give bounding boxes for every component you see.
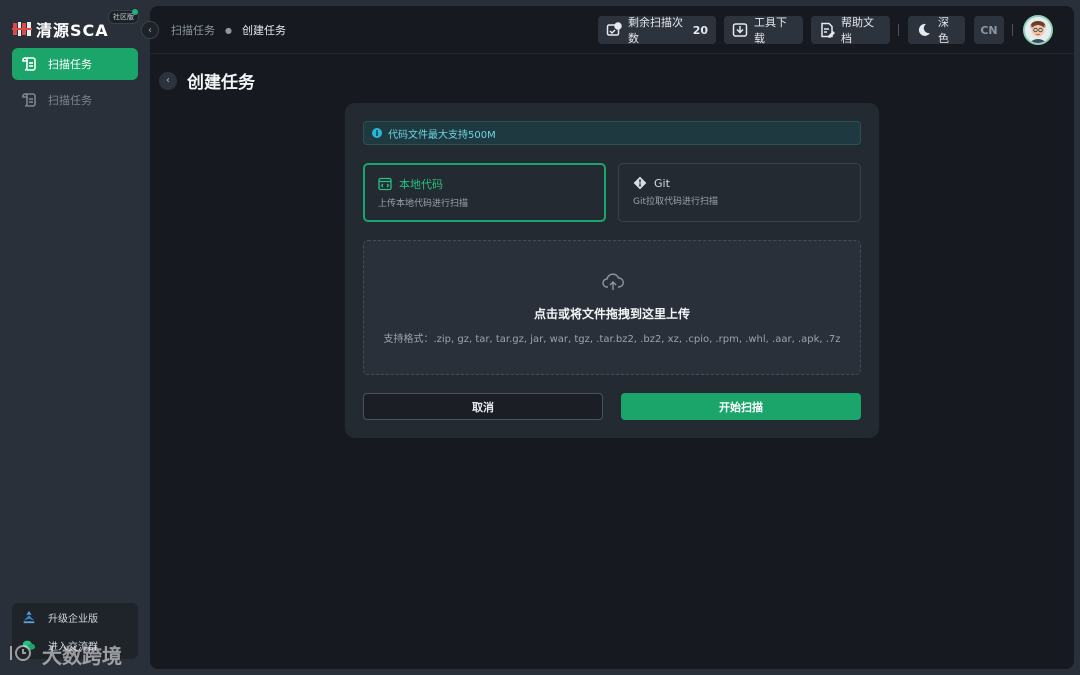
breadcrumb: 扫描任务 ● 创建任务 [171, 22, 286, 38]
cancel-button[interactable]: 取消 [363, 393, 603, 420]
help-docs-label: 帮助文档 [841, 16, 874, 45]
option-title: 本地代码 [399, 178, 443, 191]
breadcrumb-separator-icon: ● [225, 25, 232, 35]
back-button[interactable]: ‹ [159, 71, 177, 90]
main-panel: 扫描任务 ● 创建任务 剩余扫描次数 20 工具下载 帮助文档 深色 CN ‹ … [150, 6, 1074, 669]
dropzone-formats: 支持格式：.zip, gz, tar, tar.gz, jar, war, tg… [383, 334, 841, 345]
user-avatar[interactable] [1023, 15, 1053, 45]
info-icon: i [372, 128, 382, 138]
sidebar-collapse-button[interactable]: ‹ [141, 21, 159, 39]
watermark-text: 大数跨境 [42, 644, 122, 668]
language-button[interactable]: CN [974, 16, 1004, 44]
option-title: Git [654, 176, 670, 190]
top-bar: 扫描任务 ● 创建任务 剩余扫描次数 20 工具下载 帮助文档 深色 CN [150, 6, 1074, 54]
watermark: 大数跨境 [8, 640, 122, 669]
sidebar-item-scan-tasks[interactable]: 扫描任务 [12, 48, 138, 80]
logo-text: 清源SCA [36, 21, 109, 40]
chevron-left-icon: ‹ [148, 24, 152, 36]
tool-download-button[interactable]: 工具下载 [724, 16, 803, 45]
sidebar-item-scan-tasks-secondary[interactable]: 扫描任务 [12, 84, 138, 116]
theme-label: 深色 [938, 16, 949, 45]
page-header: ‹ 创建任务 [159, 68, 255, 93]
start-scan-button[interactable]: 开始扫描 [621, 393, 861, 420]
create-task-card: i 代码文件最大支持500M 本地代码 上传本地代码进行扫描 Git Git拉取… [345, 103, 879, 438]
scroll-icon [22, 92, 38, 108]
git-icon [633, 176, 647, 190]
chevron-left-icon: ‹ [166, 75, 170, 86]
upgrade-enterprise-button[interactable]: 升级企业版 [12, 603, 138, 631]
watermark-logo-icon [8, 643, 36, 667]
sidebar: 清源SCA 社区版 扫描任务 扫描任务 升级企业版 进入交流群 大数跨境 [0, 0, 150, 675]
topbar-divider [1012, 24, 1013, 36]
source-option-local[interactable]: 本地代码 上传本地代码进行扫描 [363, 163, 606, 222]
logo-mark-icon [12, 21, 32, 37]
theme-toggle-button[interactable]: 深色 [908, 16, 965, 45]
moon-icon [916, 22, 932, 38]
upgrade-label: 升级企业版 [48, 613, 98, 625]
sidebar-item-label: 扫描任务 [48, 94, 92, 107]
remaining-scans-label: 剩余扫描次数 [628, 16, 683, 45]
app-logo[interactable]: 清源SCA [12, 16, 109, 42]
scroll-icon [22, 56, 38, 72]
rocket-icon [22, 610, 36, 624]
edition-status-dot [132, 9, 138, 15]
dropzone-title: 点击或将文件拖拽到这里上传 [533, 307, 690, 321]
download-icon [732, 22, 748, 38]
breadcrumb-current: 创建任务 [241, 24, 286, 37]
help-docs-button[interactable]: 帮助文档 [811, 16, 890, 45]
remaining-scans-count: 20 [692, 23, 708, 37]
avatar-face-icon [1025, 17, 1051, 43]
option-description: 上传本地代码进行扫描 [378, 199, 469, 209]
code-window-icon [378, 177, 392, 191]
cloud-upload-icon [602, 271, 624, 293]
topbar-divider [898, 24, 899, 36]
breadcrumb-scan-tasks[interactable]: 扫描任务 [171, 22, 215, 38]
document-edit-icon [819, 22, 835, 38]
notice-text: 代码文件最大支持500M [388, 129, 496, 141]
source-option-git[interactable]: Git Git拉取代码进行扫描 [618, 163, 861, 222]
sidebar-item-label: 扫描任务 [48, 58, 92, 71]
tool-download-label: 工具下载 [754, 16, 787, 45]
remaining-scans-button[interactable]: 剩余扫描次数 20 [598, 16, 716, 45]
file-size-notice: i 代码文件最大支持500M [363, 121, 861, 145]
page-title: 创建任务 [187, 73, 255, 93]
scan-count-icon [606, 22, 622, 38]
file-upload-dropzone[interactable]: 点击或将文件拖拽到这里上传 支持格式：.zip, gz, tar, tar.gz… [363, 240, 861, 375]
option-description: Git拉取代码进行扫描 [633, 197, 719, 207]
